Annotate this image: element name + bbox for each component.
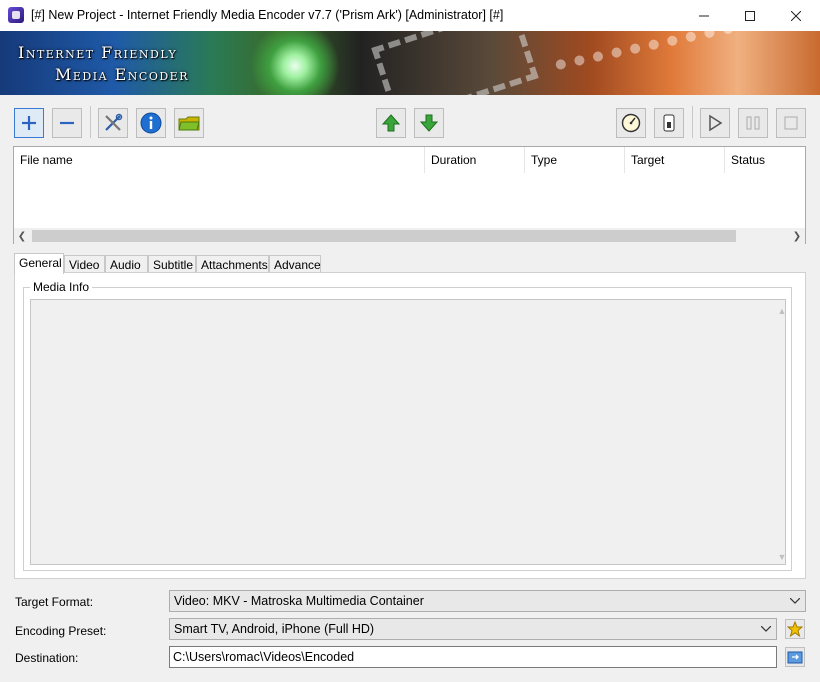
star-icon — [787, 621, 803, 637]
window-title: [#] New Project - Internet Friendly Medi… — [31, 8, 504, 22]
info-button[interactable] — [136, 108, 166, 138]
scroll-left-arrow-icon[interactable]: ❮ — [14, 228, 30, 244]
chevron-down-icon — [789, 591, 801, 611]
benchmark-button[interactable] — [616, 108, 646, 138]
encoding-preset-label: Encoding Preset: — [15, 624, 107, 638]
title-bar: [#] New Project - Internet Friendly Medi… — [0, 0, 820, 31]
file-list[interactable]: File name Duration Type Target Status ❮ … — [13, 146, 806, 244]
media-info-group: Media Info ▲ ▼ — [23, 280, 792, 571]
open-folder-button[interactable] — [174, 108, 204, 138]
target-format-select[interactable]: Video: MKV - Matroska Multimedia Contain… — [169, 590, 806, 612]
minimize-icon — [699, 15, 709, 16]
favorite-preset-button[interactable] — [785, 619, 805, 639]
media-info-legend: Media Info — [30, 280, 93, 294]
column-header-target[interactable]: Target — [625, 147, 725, 173]
toggle-icon — [663, 114, 675, 132]
scroll-down-arrow-icon[interactable]: ▼ — [777, 552, 787, 562]
tab-general[interactable]: General — [14, 253, 64, 274]
brand-name-line1: Internet Friendly — [18, 43, 178, 62]
maximize-icon — [745, 10, 755, 21]
remove-file-button[interactable] — [52, 108, 82, 138]
add-file-button[interactable] — [14, 108, 44, 138]
column-header-type[interactable]: Type — [525, 147, 625, 173]
start-encoding-button[interactable] — [700, 108, 730, 138]
settings-button[interactable] — [98, 108, 128, 138]
column-header-file-name[interactable]: File name — [14, 147, 425, 173]
destination-input[interactable]: C:\Users\romac\Videos\Encoded — [169, 646, 777, 668]
toggle-button[interactable] — [654, 108, 684, 138]
horizontal-scrollbar[interactable]: ❮ ❯ — [14, 228, 805, 244]
media-info-text-area[interactable] — [30, 299, 786, 565]
close-button[interactable] — [773, 0, 819, 31]
add-icon — [22, 116, 36, 130]
move-down-button[interactable] — [414, 108, 444, 138]
file-list-header: File name Duration Type Target Status — [14, 147, 805, 173]
stop-encoding-button[interactable] — [776, 108, 806, 138]
app-icon[interactable] — [8, 7, 24, 23]
banner-glow — [250, 31, 340, 95]
header-banner: Internet Friendly Media Encoder — [0, 31, 820, 95]
info-icon — [140, 112, 162, 134]
play-icon — [709, 114, 723, 132]
move-down-icon — [419, 114, 439, 132]
column-header-duration[interactable]: Duration — [425, 147, 525, 173]
gauge-icon — [621, 113, 641, 133]
pause-icon — [746, 116, 760, 130]
folder-icon — [178, 116, 200, 131]
scrollbar-thumb[interactable] — [32, 230, 736, 242]
tools-icon — [105, 113, 123, 131]
browse-destination-button[interactable] — [785, 647, 805, 667]
browse-folder-icon — [787, 651, 803, 664]
encoding-preset-value: Smart TV, Android, iPhone (Full HD) — [174, 622, 375, 636]
target-format-label: Target Format: — [15, 595, 94, 609]
film-strip-decoration-2 — [554, 31, 766, 95]
general-tab-panel: Media Info ▲ ▼ — [14, 272, 806, 579]
scroll-up-arrow-icon[interactable]: ▲ — [777, 306, 787, 316]
move-up-icon — [381, 114, 401, 132]
close-icon — [791, 10, 801, 21]
chevron-down-icon — [760, 619, 772, 639]
scroll-right-arrow-icon[interactable]: ❯ — [789, 228, 805, 244]
stop-icon — [784, 116, 798, 130]
toolbar-separator — [692, 106, 693, 138]
encoding-preset-select[interactable]: Smart TV, Android, iPhone (Full HD) — [169, 618, 777, 640]
destination-label: Destination: — [15, 651, 79, 665]
remove-icon — [60, 121, 74, 125]
move-up-button[interactable] — [376, 108, 406, 138]
toolbar-separator — [90, 106, 91, 138]
pause-encoding-button[interactable] — [738, 108, 768, 138]
maximize-button[interactable] — [727, 0, 773, 31]
minimize-button[interactable] — [681, 0, 727, 31]
film-strip-decoration — [371, 31, 539, 95]
brand-name-line2: Media Encoder — [55, 65, 189, 84]
target-format-value: Video: MKV - Matroska Multimedia Contain… — [174, 594, 424, 608]
column-header-status[interactable]: Status — [725, 147, 805, 173]
